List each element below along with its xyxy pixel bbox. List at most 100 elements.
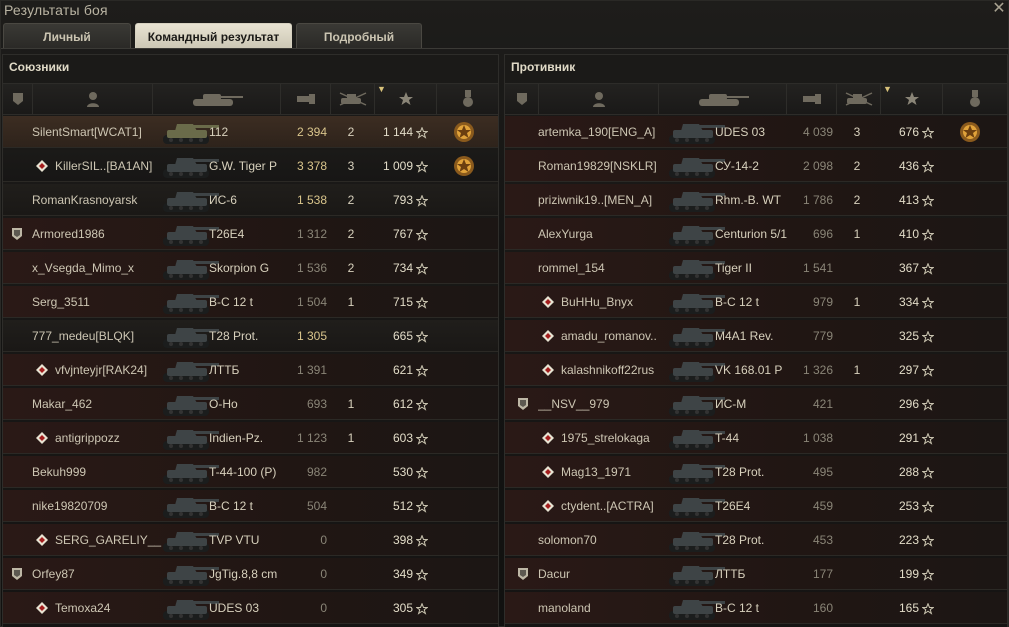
player-icon[interactable] xyxy=(539,84,659,114)
vehicle-name: T26E4 xyxy=(209,227,245,241)
xp-star-icon xyxy=(921,602,935,615)
damage-value: 0 xyxy=(320,601,327,615)
xp-star-icon xyxy=(415,466,429,479)
vehicle-name: T28 Prot. xyxy=(715,465,765,479)
player-row[interactable]: Armored1986 T26E4 1 312 2 767 xyxy=(3,218,498,250)
player-row[interactable]: AlexYurga Centurion 5/1 696 1 410 xyxy=(505,218,1007,250)
player-row[interactable]: solomon70 T28 Prot. 453 223 xyxy=(505,524,1007,556)
xp-star-icon xyxy=(921,262,935,275)
tab-personal-result[interactable]: Личный результат xyxy=(3,23,131,70)
xp-value: 367 xyxy=(898,261,919,275)
platoon-icon[interactable] xyxy=(3,84,33,114)
player-row[interactable]: BuHHu_Bnyx В-С 12 t 979 1 334 xyxy=(505,286,1007,318)
medal-icon[interactable] xyxy=(943,84,1007,114)
medal-icon[interactable] xyxy=(453,155,475,177)
player-row[interactable]: rommel_154 Tiger II 1 541 367 xyxy=(505,252,1007,284)
vehicle-name: T28 Prot. xyxy=(715,533,765,547)
player-row[interactable]: Dacur ЛТТБ 177 199 xyxy=(505,558,1007,590)
tab-detailed-report[interactable]: Подробный отчёт xyxy=(296,23,422,70)
player-row[interactable]: Temoxa24 UDES 03 0 305 xyxy=(3,592,498,624)
xp-star-icon xyxy=(415,194,429,207)
platoon-icon[interactable] xyxy=(505,84,539,114)
player-row[interactable]: KillerSIL..[BA1AN] G.W. Tiger P3 378 3 1 00… xyxy=(3,150,498,182)
vehicle-name: ЛТТБ xyxy=(209,363,240,377)
xp-value: 410 xyxy=(898,227,919,241)
xp-value: 676 xyxy=(898,125,919,139)
player-row[interactable]: artemka_190[ENG_A] UDES 03 4 039 3 676 xyxy=(505,116,1007,148)
xp-star-icon xyxy=(921,330,935,343)
tank-icon[interactable] xyxy=(153,84,281,114)
damage-value: 979 xyxy=(812,295,833,309)
player-icon[interactable] xyxy=(33,84,153,114)
damage-value: 459 xyxy=(812,499,833,513)
player-row[interactable]: __NSV__979 ИС-М 421 296 xyxy=(505,388,1007,420)
sort-indicator-icon: ▼ xyxy=(883,84,892,94)
player-row[interactable]: Makar_462 O-Ho 693 1 612 xyxy=(3,388,498,420)
damage-icon[interactable] xyxy=(281,84,331,114)
player-name: Armored1986 xyxy=(32,227,105,241)
damage-value: 3 378 xyxy=(296,159,327,173)
tank-icon[interactable] xyxy=(659,84,787,114)
player-row[interactable]: amadu_romanov.. M4A1 Rev. 779 325 xyxy=(505,320,1007,352)
player-name: rommel_154 xyxy=(538,261,605,275)
vehicle-name: ЛТТБ xyxy=(715,567,746,581)
enemies-panel: Противник ▼ artemka_190[ENG_A] UDES 03 4… xyxy=(504,54,1008,627)
player-row[interactable]: RomanKrasnoyarsk ИС-6 1 538 2 793 xyxy=(3,184,498,216)
player-row[interactable]: 777_medeu[BLQK] T28 Prot. 1 305 665 xyxy=(3,320,498,352)
player-row[interactable]: SERG_GARELIY__ TVP VTU 0 398 xyxy=(3,524,498,556)
vehicle-name: ИС-М xyxy=(715,397,747,411)
close-icon[interactable]: ✕ xyxy=(992,1,1006,17)
player-row[interactable]: Mag13_1971 T28 Prot. 495 288 xyxy=(505,456,1007,488)
player-row[interactable]: 1975_strelokaga T-44 1 038 291 xyxy=(505,422,1007,454)
kills-icon[interactable] xyxy=(331,84,375,114)
tab-team-result[interactable]: Командный результат xyxy=(135,23,292,49)
player-row[interactable]: x_Vsegda_Mimo_x Skorpion G1 536 2 734 xyxy=(3,252,498,284)
player-name: artemka_190[ENG_A] xyxy=(538,125,656,139)
damage-value: 495 xyxy=(812,465,833,479)
xp-star-icon xyxy=(921,126,935,139)
xp-value: 436 xyxy=(898,159,919,173)
xp-value: 199 xyxy=(898,567,919,581)
xp-star-icon xyxy=(921,160,935,173)
vehicle-name: Indien-Pz. xyxy=(209,431,264,445)
title-bar: Результаты боя ✕ xyxy=(1,1,1009,21)
xp-value: 288 xyxy=(898,465,919,479)
damage-value: 1 391 xyxy=(296,363,327,377)
player-row[interactable]: antigrippozz Indien-Pz. 1 123 1 603 xyxy=(3,422,498,454)
player-row[interactable]: Roman19829[NSKLR] СУ-14-2 2 098 2 436 xyxy=(505,150,1007,182)
xp-value: 767 xyxy=(392,227,413,241)
player-row[interactable]: Serg_3511 В-С 12 t1 504 1 715 xyxy=(3,286,498,318)
player-row[interactable]: Bekuh999 T-44-100 (P) 982 530 xyxy=(3,456,498,488)
xp-star-icon xyxy=(921,432,935,445)
xp-star-icon xyxy=(415,568,429,581)
damage-icon[interactable] xyxy=(787,84,837,114)
player-name: Dacur xyxy=(538,567,571,581)
vehicle-name: VK 168.01 P xyxy=(715,363,783,377)
xp-star-icon xyxy=(415,296,429,309)
damage-value: 453 xyxy=(812,533,833,547)
xp-star-icon[interactable]: ▼ xyxy=(881,84,943,114)
player-row[interactable]: ctydent..[ACTRA] T26E4 459 253 xyxy=(505,490,1007,522)
vehicle-name: UDES 03 xyxy=(209,601,260,615)
player-row[interactable]: vfvjnteyjr[RAK24] ЛТТБ 1 391 621 xyxy=(3,354,498,386)
xp-value: 398 xyxy=(392,533,413,547)
xp-value: 530 xyxy=(392,465,413,479)
player-row[interactable]: kalashnikoff22rus VK 168.01 P1 326 1 297 xyxy=(505,354,1007,386)
medal-icon[interactable] xyxy=(437,84,498,114)
xp-value: 253 xyxy=(898,499,919,513)
player-row[interactable]: manoland В-С 12 t 160 165 xyxy=(505,592,1007,624)
kills-icon[interactable] xyxy=(837,84,881,114)
medal-icon[interactable] xyxy=(959,121,981,143)
player-row[interactable]: Orfey87 JgTig.8,8 cm 0 349 xyxy=(3,558,498,590)
player-name: Serg_3511 xyxy=(32,295,90,309)
vehicle-name: JgTig.8,8 cm xyxy=(209,567,278,581)
player-row[interactable]: SilentSmart[WCAT1] 112 2 394 2 1 144 xyxy=(3,116,498,148)
vehicle-name: СУ-14-2 xyxy=(715,159,759,173)
xp-value: 165 xyxy=(898,601,919,615)
player-row[interactable]: priziwnik19..[MEN_A] Rhm.-B. WT 1 786 2 413 xyxy=(505,184,1007,216)
xp-star-icon xyxy=(921,398,935,411)
xp-star-icon[interactable]: ▼ xyxy=(375,84,437,114)
medal-icon[interactable] xyxy=(453,121,475,143)
player-name: Orfey87 xyxy=(32,567,75,581)
player-row[interactable]: nike19820709 В-С 12 t 504 512 xyxy=(3,490,498,522)
